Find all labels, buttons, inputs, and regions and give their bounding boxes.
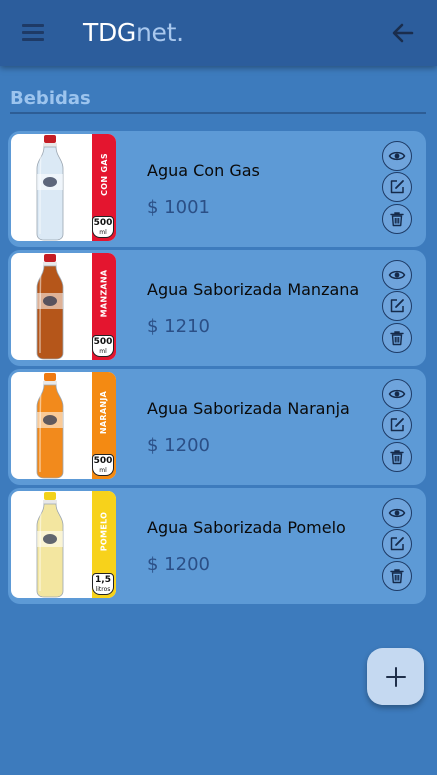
product-name: Agua Saborizada Pomelo — [147, 518, 346, 537]
band-label: POMELO — [99, 511, 109, 551]
product-price: $ 1210 — [147, 316, 210, 337]
product-image: CON GAS 500 ml — [11, 134, 116, 241]
view-button[interactable] — [382, 141, 412, 171]
size-number: 500 — [93, 337, 113, 347]
brand-suffix: net. — [136, 18, 184, 47]
edit-button[interactable] — [382, 172, 412, 202]
section-title: Bebidas — [10, 88, 91, 109]
eye-icon — [388, 151, 406, 161]
brand-main: TDG — [83, 18, 136, 47]
edit-icon — [390, 180, 404, 194]
product-image: MANZANA 500 ml — [11, 253, 116, 360]
back-button[interactable] — [390, 20, 416, 46]
section-divider — [10, 112, 426, 114]
size-unit: ml — [99, 467, 107, 474]
edit-icon — [390, 299, 404, 313]
hamburger-icon — [22, 24, 44, 27]
product-price: $ 1200 — [147, 435, 210, 456]
app-brand: TDGnet. — [83, 18, 184, 47]
delete-button[interactable] — [382, 323, 412, 353]
size-number: 500 — [93, 456, 113, 466]
band-label: CON GAS — [99, 152, 109, 196]
product-name: Agua Con Gas — [147, 161, 260, 180]
product-card[interactable]: POMELO 1,5 litros Agua Saborizada Pomelo… — [8, 488, 426, 604]
product-image: NARANJA 500 ml — [11, 372, 116, 479]
menu-button[interactable] — [22, 24, 44, 42]
size-badge: 1,5 litros — [92, 573, 114, 595]
product-card[interactable]: CON GAS 500 ml Agua Con Gas $ 1001 — [8, 131, 426, 247]
size-badge: 500 ml — [92, 454, 114, 476]
size-unit: ml — [99, 229, 107, 236]
size-badge: 500 ml — [92, 335, 114, 357]
view-button[interactable] — [382, 260, 412, 290]
product-price: $ 1001 — [147, 197, 210, 218]
product-image: POMELO 1,5 litros — [11, 491, 116, 598]
edit-button[interactable] — [382, 410, 412, 440]
size-unit: litros — [95, 586, 111, 593]
trash-icon — [390, 569, 404, 584]
product-price: $ 1200 — [147, 554, 210, 575]
app-bar: TDGnet. — [0, 0, 437, 66]
product-name: Agua Saborizada Manzana — [147, 280, 360, 299]
trash-icon — [390, 450, 404, 465]
band-label: MANZANA — [99, 269, 109, 317]
product-card[interactable]: NARANJA 500 ml Agua Saborizada Naranja $… — [8, 369, 426, 485]
size-number: 1,5 — [95, 575, 111, 585]
plus-icon — [385, 666, 406, 687]
trash-icon — [390, 212, 404, 227]
arrow-left-icon — [392, 23, 414, 43]
eye-icon — [388, 270, 406, 280]
size-number: 500 — [93, 218, 113, 228]
edit-button[interactable] — [382, 529, 412, 559]
edit-button[interactable] — [382, 291, 412, 321]
view-button[interactable] — [382, 498, 412, 528]
delete-button[interactable] — [382, 204, 412, 234]
delete-button[interactable] — [382, 561, 412, 591]
edit-icon — [390, 537, 404, 551]
eye-icon — [388, 508, 406, 518]
edit-icon — [390, 418, 404, 432]
eye-icon — [388, 389, 406, 399]
size-badge: 500 ml — [92, 216, 114, 238]
add-product-button[interactable] — [367, 648, 424, 705]
product-name: Agua Saborizada Naranja — [147, 399, 350, 418]
view-button[interactable] — [382, 379, 412, 409]
trash-icon — [390, 331, 404, 346]
product-card[interactable]: MANZANA 500 ml Agua Saborizada Manzana $… — [8, 250, 426, 366]
delete-button[interactable] — [382, 442, 412, 472]
band-label: NARANJA — [99, 390, 109, 434]
size-unit: ml — [99, 348, 107, 355]
